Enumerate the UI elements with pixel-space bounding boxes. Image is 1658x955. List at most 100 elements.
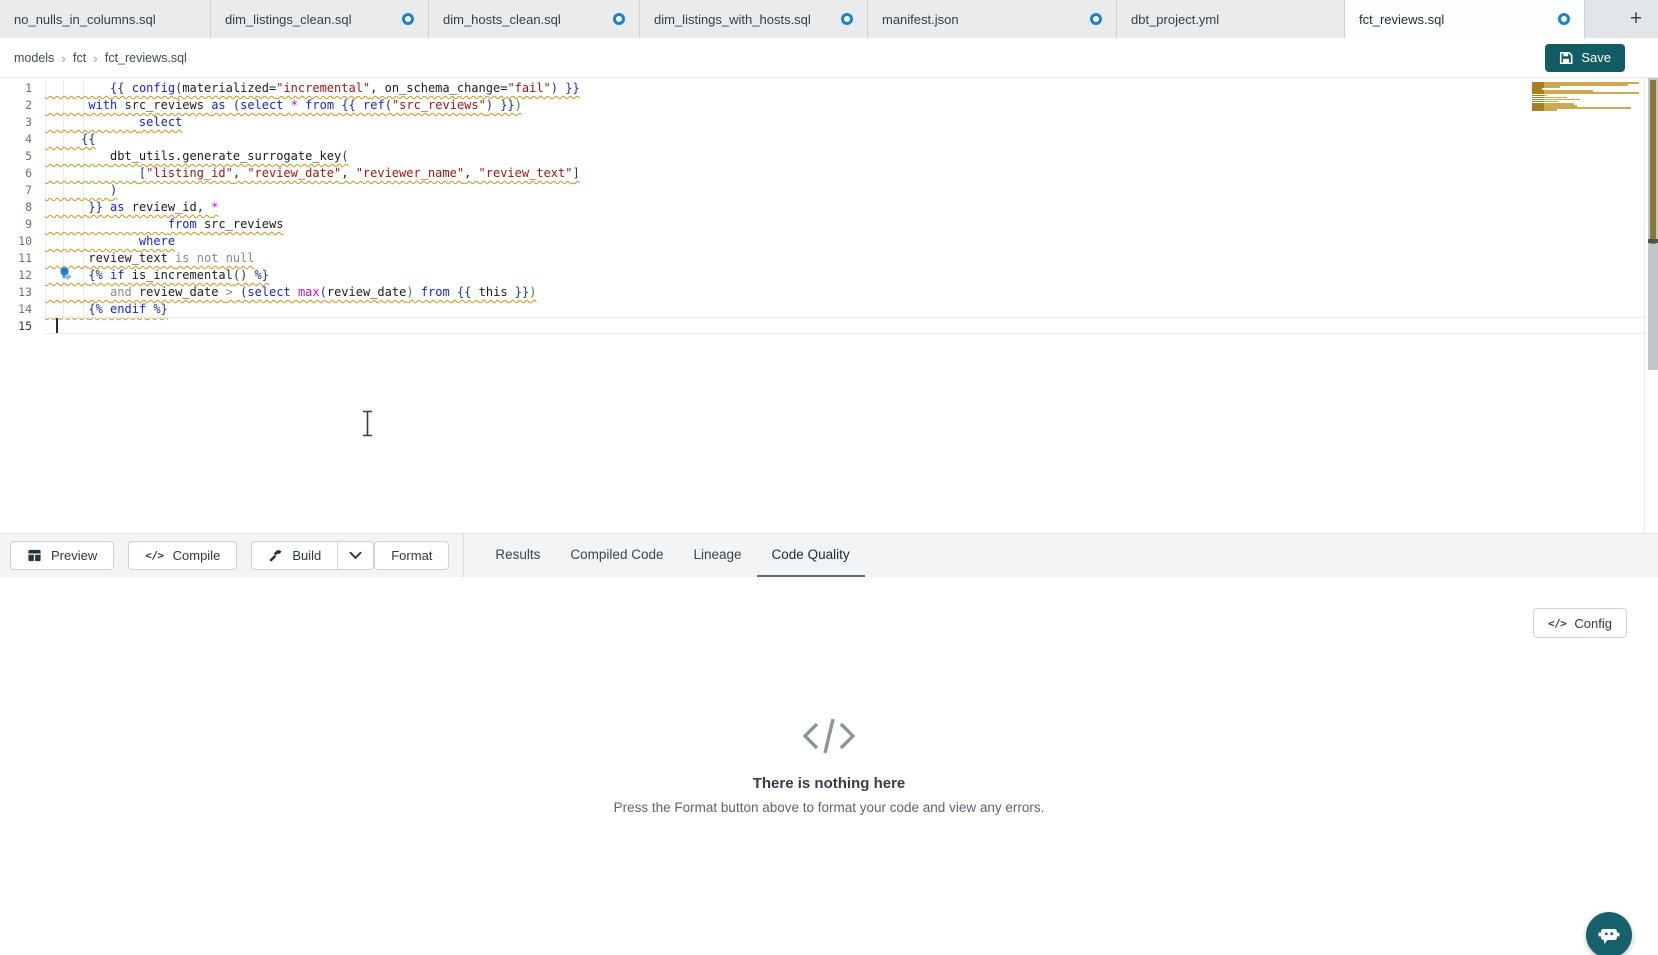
code-line[interactable]: dbt_utils.generate_surrogate_key( <box>45 148 348 165</box>
compile-button[interactable]: </> Compile <box>128 541 237 570</box>
code-token: () <box>233 268 247 282</box>
code-token: review_date <box>132 285 226 299</box>
config-button-label: Config <box>1574 616 1612 631</box>
code-token: , on_schema_change= <box>370 81 507 95</box>
line-number: 9 <box>0 216 32 233</box>
code-token: "fail" <box>507 81 550 95</box>
code-token: , <box>341 166 355 180</box>
panel-tab-compiled-code[interactable]: Compiled Code <box>555 534 678 578</box>
ibeam-mouse-cursor <box>360 410 375 442</box>
code-token: "review_text" <box>479 166 573 180</box>
breadcrumb: models›fct›fct_reviews.sql <box>14 50 187 66</box>
file-tab[interactable]: fct_reviews.sql <box>1345 0 1585 38</box>
line-number: 11 <box>0 250 32 267</box>
empty-state-title: There is nothing here <box>753 775 906 792</box>
file-tab[interactable]: dim_listings_clean.sql <box>211 0 429 38</box>
code-token: ) }} <box>551 81 580 95</box>
code-line[interactable]: {% if is_incremental() %} <box>45 267 269 284</box>
result-panel-tabs: ResultsCompiled CodeLineageCode Quality <box>480 534 864 578</box>
code-token: * <box>291 98 298 112</box>
save-button[interactable]: Save <box>1545 44 1625 72</box>
line-number: 12 <box>0 267 32 284</box>
code-token: {{ <box>341 98 363 112</box>
unsaved-dot[interactable] <box>402 13 414 25</box>
line-number: 4 <box>0 131 32 148</box>
file-tab[interactable]: no_nulls_in_columns.sql <box>0 0 211 38</box>
lightbulb-icon[interactable] <box>57 266 72 281</box>
code-token: ) <box>110 183 117 197</box>
build-button[interactable]: Build <box>252 542 337 569</box>
line-number: 15 <box>0 318 32 335</box>
floppy-icon <box>1559 51 1573 65</box>
file-tab[interactable]: dbt_project.yml <box>1117 0 1345 38</box>
minimap-line <box>1532 92 1639 94</box>
code-line[interactable]: {% endif %} <box>45 301 168 318</box>
code-token: ( <box>385 98 392 112</box>
code-line[interactable]: ) <box>45 182 117 199</box>
current-line-highlight <box>45 317 1644 334</box>
code-token: select <box>240 98 283 112</box>
new-tab-button[interactable]: + <box>1614 0 1658 38</box>
code-quality-panel: </> Config There is nothing here Press t… <box>0 577 1658 955</box>
file-tab[interactable]: dim_listings_with_hosts.sql <box>640 0 868 38</box>
code-token: is not null <box>175 251 254 265</box>
code-token: from <box>305 98 334 112</box>
editor-minimap[interactable] <box>1532 82 1644 113</box>
unsaved-dot[interactable] <box>1090 13 1102 25</box>
unsaved-dot[interactable] <box>841 13 853 25</box>
code-line[interactable]: where <box>45 233 175 250</box>
code-token: ) <box>515 98 522 112</box>
breadcrumb-segment[interactable]: fct <box>73 51 86 65</box>
code-token: as <box>211 98 225 112</box>
config-button[interactable]: </> Config <box>1533 608 1627 638</box>
code-line[interactable]: }} as review_id, * <box>45 199 218 216</box>
code-token: %} <box>146 302 168 316</box>
plus-icon: + <box>1630 7 1642 31</box>
code-line[interactable]: review_text is not null <box>45 250 255 267</box>
file-tab-label: dbt_project.yml <box>1131 12 1219 27</box>
preview-button[interactable]: Preview <box>10 541 114 570</box>
code-token: review_date <box>327 285 406 299</box>
code-line[interactable]: with src_reviews as (select * from {{ re… <box>45 97 522 114</box>
code-token: ref <box>363 98 385 112</box>
line-number: 10 <box>0 233 32 250</box>
code-line[interactable]: from src_reviews <box>45 216 283 233</box>
code-token <box>414 285 421 299</box>
editor-scrollbar[interactable] <box>1648 78 1658 370</box>
code-token <box>226 98 233 112</box>
file-tab[interactable]: manifest.json <box>868 0 1117 38</box>
build-button-label: Build <box>292 548 321 563</box>
file-tab[interactable]: dim_hosts_clean.sql <box>429 0 640 38</box>
code-token: select <box>139 115 182 129</box>
panel-tab-results[interactable]: Results <box>480 534 555 578</box>
code-editor[interactable]: 123456789101112131415 {{ config(material… <box>0 78 1658 533</box>
code-line[interactable]: and review_date > (select max(review_dat… <box>45 284 536 301</box>
code-token <box>291 285 298 299</box>
code-line[interactable]: ["listing_id", "review_date", "reviewer_… <box>45 165 580 182</box>
code-line[interactable]: {{ config(materialized="incremental", on… <box>45 80 580 97</box>
line-number: 14 <box>0 301 32 318</box>
unsaved-dot[interactable] <box>1558 13 1570 25</box>
line-number: 5 <box>0 148 32 165</box>
code-line[interactable]: select <box>45 114 182 131</box>
code-token: from <box>168 217 197 231</box>
format-button[interactable]: Format <box>374 541 449 570</box>
line-number: 6 <box>0 165 32 182</box>
file-tab-bar: no_nulls_in_columns.sqldim_listings_clea… <box>0 0 1658 38</box>
code-line[interactable]: {{ <box>45 131 96 148</box>
code-token <box>450 285 457 299</box>
code-token: {{ <box>81 132 95 146</box>
code-token: ) }} <box>486 98 515 112</box>
build-dropdown-button[interactable] <box>337 542 373 569</box>
code-token: ( <box>341 149 348 163</box>
breadcrumb-segment[interactable]: fct_reviews.sql <box>105 51 187 65</box>
code-token: ) <box>406 285 413 299</box>
toolbar-divider <box>463 534 464 578</box>
code-token: max <box>298 285 320 299</box>
panel-tab-lineage[interactable]: Lineage <box>678 534 756 578</box>
unsaved-dot[interactable] <box>613 13 625 25</box>
panel-tab-code-quality[interactable]: Code Quality <box>757 534 865 578</box>
breadcrumb-segment[interactable]: models <box>14 51 54 65</box>
code-token: with <box>88 98 117 112</box>
chat-assistant-button[interactable] <box>1586 912 1632 955</box>
